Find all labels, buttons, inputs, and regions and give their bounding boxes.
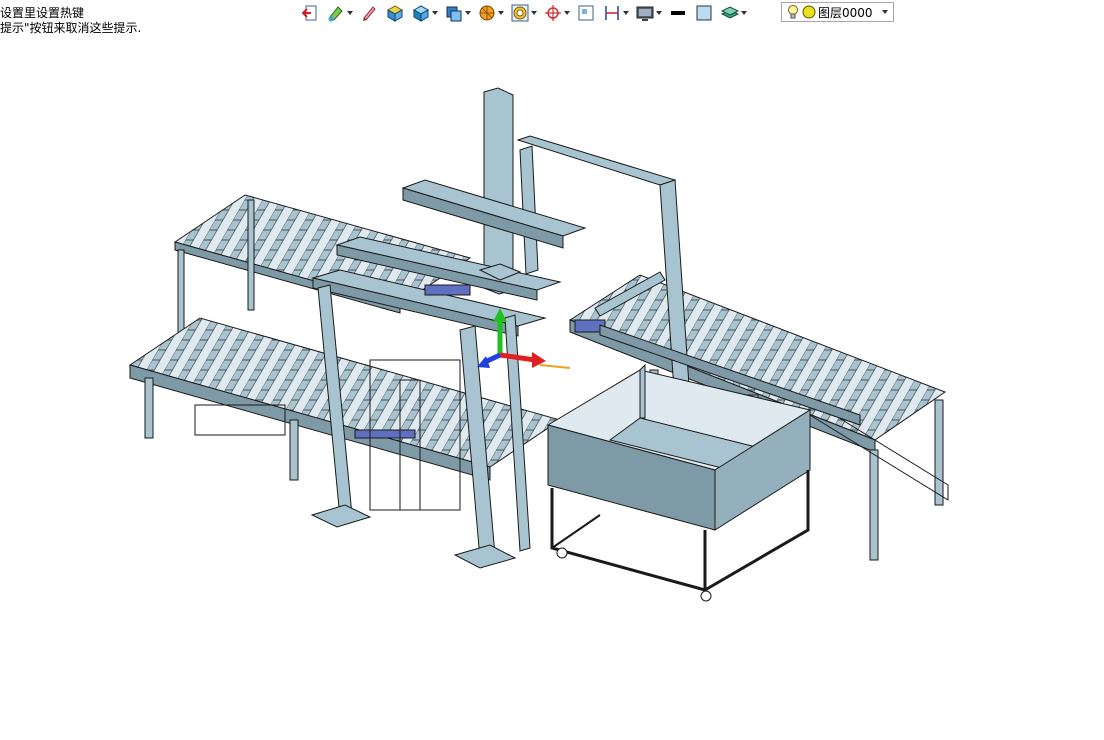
pencil-icon[interactable] — [359, 2, 379, 24]
sphere-dropdown[interactable] — [497, 2, 504, 24]
bin-cart — [546, 363, 812, 602]
circle-target-icon[interactable] — [510, 2, 530, 24]
layer-stack-icon[interactable] — [720, 2, 740, 24]
layer-select[interactable]: 图层0000 — [781, 2, 894, 22]
cad-viewport[interactable] — [0, 40, 1104, 740]
cube-icon[interactable] — [411, 2, 431, 24]
layer-dropdown-arrow[interactable] — [882, 10, 888, 14]
paint-icon[interactable] — [326, 2, 346, 24]
color-square-icon[interactable] — [694, 2, 714, 24]
circle-target-dropdown[interactable] — [530, 2, 537, 24]
frame-icon[interactable] — [576, 2, 596, 24]
dimension-icon[interactable] — [602, 2, 622, 24]
layer-color-icon — [802, 5, 816, 19]
hint-text-line1: 设置里设置热键 — [0, 6, 85, 20]
cube-dropdown[interactable] — [431, 2, 438, 24]
hint-text-line2: 提示"按钮来取消这些提示. — [0, 21, 142, 35]
monitor-icon[interactable] — [635, 2, 655, 24]
view-cube-icon[interactable] — [444, 2, 464, 24]
sphere-icon[interactable] — [477, 2, 497, 24]
box-icon[interactable] — [385, 2, 405, 24]
monitor-dropdown[interactable] — [655, 2, 662, 24]
toolbar — [300, 2, 747, 24]
crosshair-dropdown[interactable] — [563, 2, 570, 24]
layer-name: 图层0000 — [818, 5, 873, 20]
layer-stack-dropdown[interactable] — [740, 2, 747, 24]
paint-dropdown[interactable] — [346, 2, 353, 24]
dimension-dropdown[interactable] — [622, 2, 629, 24]
exit-icon[interactable] — [300, 2, 320, 24]
view-cube-dropdown[interactable] — [464, 2, 471, 24]
crosshair-icon[interactable] — [543, 2, 563, 24]
line-weight-icon[interactable] — [668, 2, 688, 24]
bulb-icon[interactable] — [786, 4, 800, 20]
